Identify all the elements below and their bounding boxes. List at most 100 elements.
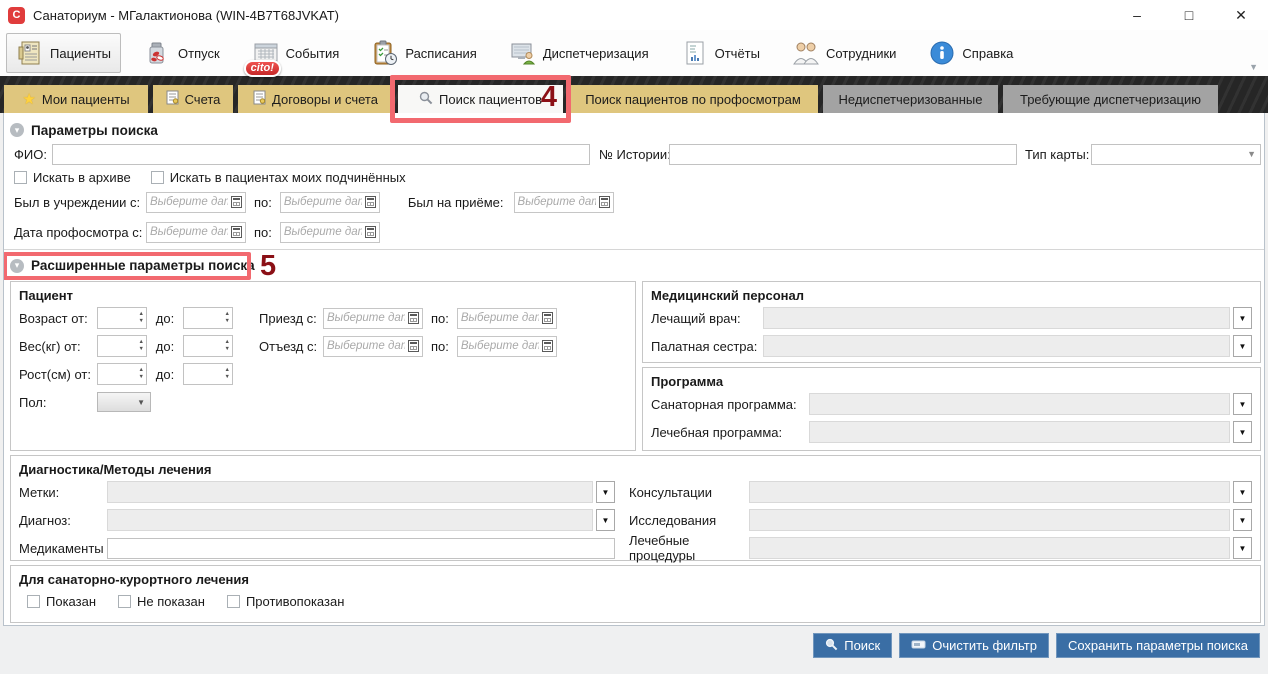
not-indicated-checkbox[interactable] — [118, 595, 131, 608]
spinner-down-icon: ▼ — [225, 375, 230, 381]
profexam-to-date[interactable]: Выберите дату — [280, 222, 380, 243]
dropdown-arrow-icon: ▼ — [1239, 516, 1247, 525]
medical-program-dropdown-button[interactable]: ▼ — [1233, 421, 1252, 443]
studies-dropdown-button[interactable]: ▼ — [1233, 509, 1252, 531]
help-icon — [928, 39, 956, 67]
procedures-dropdown-button[interactable]: ▼ — [1233, 537, 1252, 559]
toolbar-button-patients[interactable]: Пациенты — [6, 33, 121, 73]
toolbar-button-events[interactable]: cito! События — [243, 34, 349, 72]
diagnostics-title: Диагностика/Методы лечения — [19, 459, 1252, 479]
gender-combo[interactable]: ▼ — [97, 392, 151, 412]
calendar-icon[interactable] — [365, 196, 376, 208]
calendar-icon[interactable] — [542, 312, 553, 324]
toolbar-button-vacation[interactable]: Отпуск — [135, 34, 229, 72]
departure-to-date[interactable]: Выберите дату — [457, 336, 557, 357]
tab-contracts-invoices[interactable]: Договоры и счета — [238, 85, 393, 113]
in-facility-from-date[interactable]: Выберите дату — [146, 192, 246, 213]
archive-checkbox[interactable] — [14, 171, 27, 184]
toolbar-button-schedules[interactable]: Расписания — [362, 34, 485, 72]
tab-strip: ★ Мои пациенты Счета Договоры и счета По… — [0, 76, 1268, 113]
on-appointment-date[interactable]: Выберите дату — [514, 192, 614, 213]
medical-program-field — [809, 421, 1230, 443]
search-button[interactable]: Поиск — [813, 633, 892, 658]
window-title: Санаториум - МГалактионова (WIN-4B7T68JV… — [33, 8, 339, 23]
tab-invoices[interactable]: Счета — [153, 85, 233, 113]
toolbar-button-staff[interactable]: Сотрудники — [783, 34, 905, 72]
tab-requiring-dispatch[interactable]: Требующие диспетчеризацию — [1003, 85, 1218, 113]
save-search-params-button[interactable]: Сохранить параметры поиска — [1056, 633, 1260, 658]
height-to-spinner[interactable]: ▲▼ — [183, 363, 233, 385]
doctor-dropdown-button[interactable]: ▼ — [1233, 307, 1252, 329]
weight-to-spinner[interactable]: ▲▼ — [183, 335, 233, 357]
toolbar-button-dispatch[interactable]: Диспетчеризация — [500, 34, 658, 72]
in-facility-to-date[interactable]: Выберите дату — [280, 192, 380, 213]
close-button[interactable]: ✕ — [1230, 7, 1252, 24]
search-params-title: Параметры поиска — [31, 123, 158, 138]
spinner-down-icon: ▼ — [139, 319, 144, 325]
clear-filter-button[interactable]: Очистить фильтр — [899, 633, 1049, 658]
collapse-icon[interactable]: ▾ — [10, 123, 24, 137]
card-type-combo[interactable]: ▼ — [1091, 144, 1261, 165]
height-from-spinner[interactable]: ▲▼ — [97, 363, 147, 385]
contraindicated-checkbox[interactable] — [227, 595, 240, 608]
to-label: до: — [147, 339, 183, 354]
calendar-icon[interactable] — [408, 312, 419, 324]
medications-input[interactable] — [107, 538, 615, 559]
calendar-icon[interactable] — [231, 226, 242, 238]
profexam-from-date[interactable]: Выберите дату — [146, 222, 246, 243]
arrival-to-date[interactable]: Выберите дату — [457, 308, 557, 329]
toolbar-overflow-icon[interactable]: ▼ — [1249, 62, 1258, 72]
to-label: до: — [147, 367, 183, 382]
procedures-field — [749, 537, 1230, 559]
tags-dropdown-button[interactable]: ▼ — [596, 481, 615, 503]
tab-label: Требующие диспетчеризацию — [1020, 92, 1201, 107]
minimize-button[interactable]: – — [1126, 7, 1148, 23]
maximize-button[interactable]: □ — [1178, 7, 1200, 23]
toolbar-label-reports: Отчёты — [715, 46, 760, 61]
advanced-params-header[interactable]: ▾ Расширенные параметры поиска 5 — [4, 249, 1264, 281]
departure-from-date[interactable]: Выберите дату — [323, 336, 423, 357]
calendar-icon[interactable] — [365, 226, 376, 238]
arrival-from-date[interactable]: Выберите дату — [323, 308, 423, 329]
fio-input[interactable] — [52, 144, 590, 165]
calendar-icon[interactable] — [599, 196, 610, 208]
consultations-dropdown-button[interactable]: ▼ — [1233, 481, 1252, 503]
consultations-label: Консультации — [629, 485, 749, 500]
toolbar-button-help[interactable]: Справка — [919, 34, 1022, 72]
window-controls: – □ ✕ — [1126, 7, 1260, 24]
application-window: C Санаториум - МГалактионова (WIN-4B7T68… — [0, 0, 1268, 674]
fio-label: ФИО: — [14, 147, 52, 162]
diagnosis-label: Диагноз: — [19, 513, 107, 528]
age-to-spinner[interactable]: ▲▼ — [183, 307, 233, 329]
report-icon — [681, 39, 709, 67]
dropdown-arrow-icon: ▼ — [1239, 488, 1247, 497]
toolbar-label-events: События — [286, 46, 340, 61]
calendar-icon[interactable] — [542, 340, 553, 352]
chevron-down-icon: ▼ — [137, 398, 145, 407]
collapse-icon[interactable]: ▾ — [10, 259, 24, 273]
calendar-icon[interactable] — [408, 340, 419, 352]
tab-profexam-search[interactable]: Поиск пациентов по профосмотрам — [568, 85, 818, 113]
tab-my-patients[interactable]: ★ Мои пациенты — [4, 85, 148, 113]
tab-undispatched[interactable]: Недиспетчеризованные — [823, 85, 998, 113]
tags-label: Метки: — [19, 485, 107, 500]
subordinates-checkbox-label: Искать в пациентах моих подчинённых — [170, 170, 406, 185]
calendar-icon[interactable] — [231, 196, 242, 208]
not-indicated-label: Не показан — [137, 594, 205, 609]
toolbar-button-reports[interactable]: Отчёты — [672, 34, 769, 72]
nurse-dropdown-button[interactable]: ▼ — [1233, 335, 1252, 357]
age-from-spinner[interactable]: ▲▼ — [97, 307, 147, 329]
indicated-checkbox[interactable] — [27, 595, 40, 608]
contraindicated-label: Противопоказан — [246, 594, 344, 609]
sanatorium-program-dropdown-button[interactable]: ▼ — [1233, 393, 1252, 415]
tab-patient-search[interactable]: Поиск пациентов 4 — [398, 85, 563, 113]
spinner-down-icon: ▼ — [139, 375, 144, 381]
spinner-up-icon: ▲ — [139, 312, 144, 318]
weight-from-spinner[interactable]: ▲▼ — [97, 335, 147, 357]
history-number-input[interactable] — [669, 144, 1017, 165]
medicine-bottle-icon — [144, 39, 172, 67]
diagnosis-dropdown-button[interactable]: ▼ — [596, 509, 615, 531]
subordinates-checkbox[interactable] — [151, 171, 164, 184]
in-facility-from-label: Был в учреждении с: — [14, 195, 146, 210]
search-params-header[interactable]: ▾ Параметры поиска — [4, 115, 1264, 141]
